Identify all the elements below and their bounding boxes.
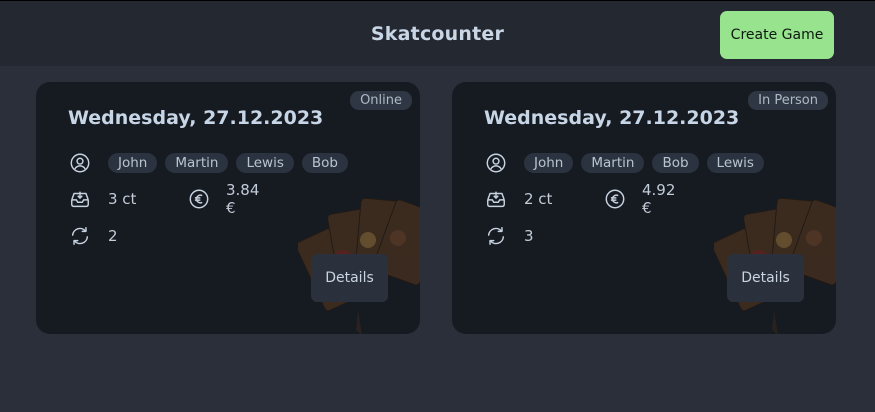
player-chip: John bbox=[524, 153, 574, 173]
game-date: Wednesday, 27.12.2023 bbox=[68, 107, 324, 129]
total-value: 4.92 € bbox=[642, 181, 676, 217]
cents-stat: 2 ct bbox=[484, 187, 552, 211]
game-card: Online Wednesday, 27.12.2023 John Martin… bbox=[36, 82, 420, 334]
player-chip: Martin bbox=[581, 153, 645, 173]
player-chip: Lewis bbox=[236, 153, 294, 173]
game-card: In Person Wednesday, 27.12.2023 John Mar… bbox=[452, 82, 836, 334]
euro-icon bbox=[604, 187, 626, 211]
total-stat: 3.84 € bbox=[188, 181, 261, 217]
user-circle-icon bbox=[484, 151, 508, 175]
playing-cards-illustration bbox=[714, 197, 836, 334]
stats-row: 3 ct 3.84 € bbox=[68, 181, 259, 217]
inbox-tray-icon bbox=[484, 187, 508, 211]
total-stat: 4.92 € bbox=[604, 181, 677, 217]
refresh-icon bbox=[484, 224, 508, 248]
player-chip: Martin bbox=[165, 153, 229, 173]
playing-cards-illustration bbox=[298, 197, 420, 334]
top-bar: Skatcounter Create Game bbox=[0, 0, 875, 66]
rounds-row: 3 bbox=[484, 224, 534, 248]
user-circle-icon bbox=[68, 151, 92, 175]
total-value: 3.84 € bbox=[226, 181, 260, 217]
rounds-row: 2 bbox=[68, 224, 118, 248]
mode-badge: Online bbox=[350, 91, 412, 110]
rounds-value: 2 bbox=[108, 227, 118, 245]
euro-icon bbox=[188, 187, 210, 211]
inbox-tray-icon bbox=[68, 187, 92, 211]
cents-value: 3 ct bbox=[108, 190, 137, 208]
rounds-value: 3 bbox=[524, 227, 534, 245]
refresh-icon bbox=[68, 224, 92, 248]
cents-value: 2 ct bbox=[524, 190, 553, 208]
mode-badge: In Person bbox=[748, 91, 828, 110]
game-date: Wednesday, 27.12.2023 bbox=[484, 107, 740, 129]
details-button[interactable]: Details bbox=[311, 254, 388, 302]
player-chip: Bob bbox=[652, 153, 699, 173]
player-chip: John bbox=[108, 153, 158, 173]
cents-stat: 3 ct bbox=[68, 187, 136, 211]
create-game-button[interactable]: Create Game bbox=[720, 11, 834, 59]
stats-row: 2 ct 4.92 € bbox=[484, 181, 675, 217]
details-button[interactable]: Details bbox=[727, 254, 804, 302]
